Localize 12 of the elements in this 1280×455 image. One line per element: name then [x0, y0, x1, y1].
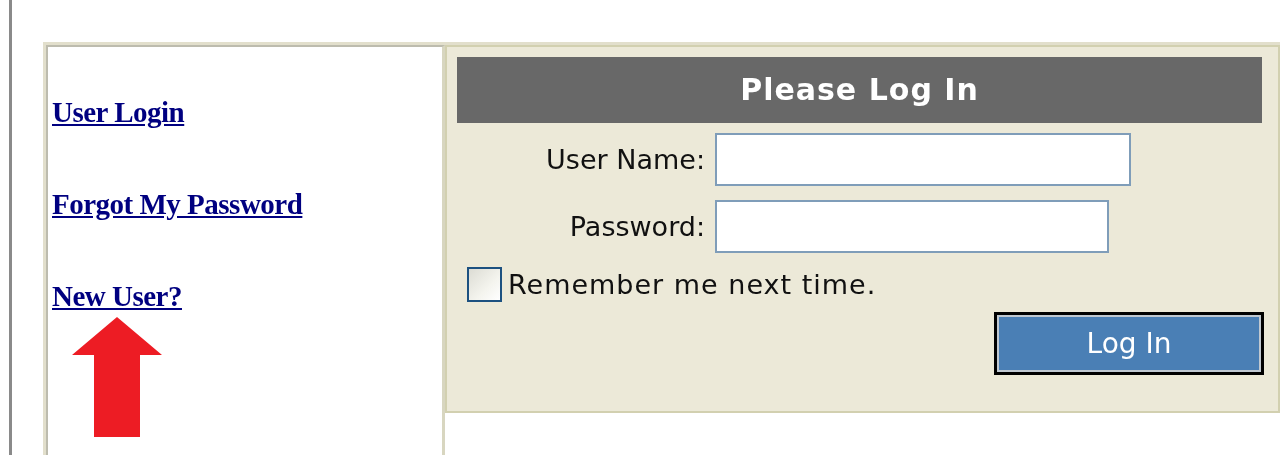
checkbox-label: Remember me next time.	[508, 269, 877, 300]
input-field[interactable]	[715, 200, 1109, 253]
arrow-icon	[72, 317, 162, 437]
field-label: User Name:	[545, 144, 706, 175]
sidebar-link[interactable]: User Login	[52, 95, 185, 129]
sidebar-link[interactable]: New User?	[52, 279, 182, 313]
login-button[interactable]: Log In	[994, 312, 1264, 375]
checkbox[interactable]	[467, 267, 502, 302]
input-field[interactable]	[715, 133, 1131, 186]
panel-title: Please Log In	[457, 57, 1262, 123]
sidebar-link[interactable]: Forgot My Password	[52, 187, 303, 221]
field-label: Password:	[568, 211, 706, 242]
